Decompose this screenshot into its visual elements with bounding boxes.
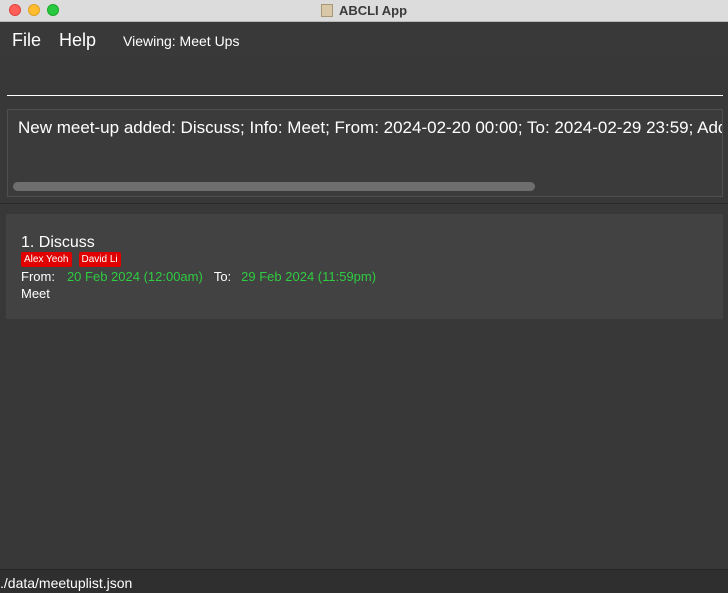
menu-bar: File Help Viewing: Meet Ups (0, 22, 728, 56)
meetup-info: Meet (21, 286, 50, 301)
participant-tags: Alex Yeoh David Li (21, 252, 121, 267)
app-icon (320, 4, 333, 17)
meetup-title: 1. Discuss (21, 234, 95, 251)
window-title-group: ABCLI App (0, 0, 728, 21)
result-message: New meet-up added: Discuss; Info: Meet; … (18, 118, 723, 137)
save-file-path: ./data/meetuplist.json (0, 575, 133, 591)
command-input[interactable] (7, 56, 723, 96)
title-bar: ABCLI App (0, 0, 728, 22)
command-box (0, 56, 728, 100)
to-label: To: (213, 269, 232, 284)
viewing-label: Viewing: Meet Ups (123, 33, 240, 49)
menu-file[interactable]: File (12, 30, 41, 51)
horizontal-scrollbar[interactable] (13, 182, 535, 191)
participant-tag: David Li (78, 252, 121, 267)
from-label: From: (21, 269, 55, 284)
menu-help[interactable]: Help (59, 30, 96, 51)
to-date: 29 Feb 2024 (11:59pm) (241, 269, 377, 284)
meetup-list: 1. Discuss Alex Yeoh David Li From: 20 Fe… (0, 204, 728, 569)
meetup-dates: From: 20 Feb 2024 (12:00am) To: 29 Feb 2024… (21, 269, 376, 284)
meetup-card[interactable]: 1. Discuss Alex Yeoh David Li From: 20 Fe… (6, 214, 723, 319)
window-title: ABCLI App (338, 3, 408, 18)
from-date: 20 Feb 2024 (12:00am) (66, 269, 203, 284)
result-display: New meet-up added: Discuss; Info: Meet; … (7, 109, 723, 197)
participant-tag: Alex Yeoh (21, 252, 72, 267)
status-bar: ./data/meetuplist.json (0, 569, 728, 593)
